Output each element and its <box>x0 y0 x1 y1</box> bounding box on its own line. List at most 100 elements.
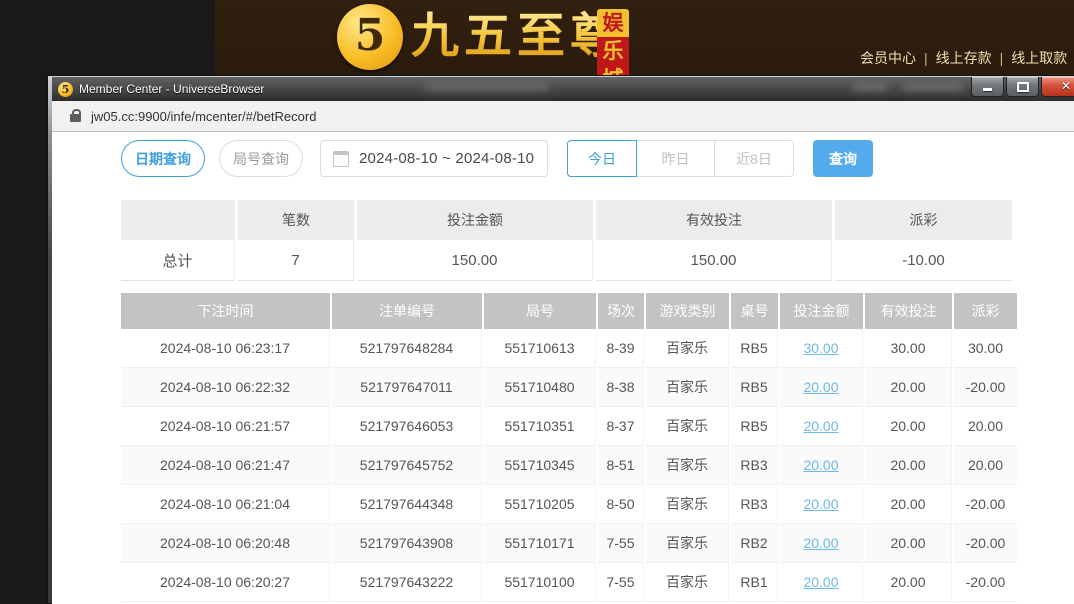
minimize-button[interactable] <box>971 77 1004 97</box>
table-cell: 2024-08-10 06:23:17 <box>121 329 330 368</box>
date-range-value[interactable]: 2024-08-10 ~ 2024-08-10 <box>359 150 534 167</box>
maximize-button[interactable] <box>1006 77 1039 97</box>
table-cell: 551710100 <box>484 563 596 602</box>
table-row: 2024-08-10 06:22:32521797647011551710480… <box>121 368 1017 407</box>
bet-record-table: 下注时间注单编号局号场次游戏类别桌号投注金额有效投注派彩 2024-08-10 … <box>121 293 1017 602</box>
page-content: 日期查询 局号查询 2024-08-10 ~ 2024-08-10 今日 昨日 … <box>52 132 1074 604</box>
column-header: 有效投注 <box>865 293 952 329</box>
date-query-tab[interactable]: 日期查询 <box>121 140 205 177</box>
blurred-account-info <box>902 83 964 91</box>
quick-last8days-button[interactable]: 近8日 <box>714 140 794 177</box>
nav-member-center[interactable]: 会员中心 <box>860 50 916 66</box>
window-icon: 5 <box>58 82 73 97</box>
table-row: 2024-08-10 06:21:47521797645752551710345… <box>121 446 1017 485</box>
table-cell: 20.00 <box>954 446 1017 485</box>
bet-amount-link[interactable]: 20.00 <box>803 418 838 434</box>
column-header: 下注时间 <box>121 293 330 329</box>
bet-header-row: 下注时间注单编号局号场次游戏类别桌号投注金额有效投注派彩 <box>121 293 1017 329</box>
table-cell: 8-37 <box>598 407 644 446</box>
table-cell: 30.00 <box>865 329 952 368</box>
nav-online-deposit[interactable]: 线上存款 <box>936 50 992 66</box>
column-header: 注单编号 <box>332 293 482 329</box>
bet-amount-link[interactable]: 20.00 <box>803 496 838 512</box>
table-cell: 7 <box>238 240 354 281</box>
window-titlebar[interactable]: 5 Member Center - UniverseBrowser ✕ <box>52 76 1074 101</box>
table-cell: 2024-08-10 06:21:04 <box>121 485 330 524</box>
column-header: 投注金额 <box>780 293 863 329</box>
summary-table: 笔数投注金额有效投注派彩 总计7150.00150.00-10.00 <box>121 200 1012 281</box>
table-cell: -20.00 <box>954 485 1017 524</box>
column-header: 桌号 <box>731 293 778 329</box>
table-cell: 20.00 <box>954 407 1017 446</box>
table-cell: 8-38 <box>598 368 644 407</box>
table-cell: 总计 <box>121 240 235 281</box>
badge-char: 娱 <box>597 9 629 37</box>
table-cell: 150.00 <box>596 240 832 281</box>
date-range-picker[interactable]: 2024-08-10 ~ 2024-08-10 <box>320 140 548 177</box>
round-query-tab[interactable]: 局号查询 <box>219 140 303 177</box>
address-bar[interactable]: jw05.cc:9900/infe/mcenter/#/betRecord <box>52 101 1074 132</box>
nav-separator: | <box>924 50 928 66</box>
window-title: Member Center - UniverseBrowser <box>79 82 264 96</box>
column-header: 投注金额 <box>357 200 593 240</box>
site-logo: 5 九五至尊 <box>337 4 623 70</box>
table-cell: -10.00 <box>835 240 1012 281</box>
table-cell: 2024-08-10 06:21:47 <box>121 446 330 485</box>
table-cell: 551710205 <box>484 485 596 524</box>
table-cell: -20.00 <box>954 524 1017 563</box>
table-cell: 7-55 <box>598 524 644 563</box>
table-cell: 521797648284 <box>332 329 482 368</box>
quick-yesterday-button[interactable]: 昨日 <box>636 140 715 177</box>
table-cell: 551710351 <box>484 407 596 446</box>
table-cell: 20.00 <box>780 524 863 563</box>
table-cell: RB3 <box>731 485 778 524</box>
table-row: 2024-08-10 06:23:17521797648284551710613… <box>121 329 1017 368</box>
table-cell: 30.00 <box>954 329 1017 368</box>
column-header: 局号 <box>484 293 596 329</box>
filter-toolbar: 日期查询 局号查询 2024-08-10 ~ 2024-08-10 今日 昨日 … <box>121 140 1074 177</box>
column-header: 笔数 <box>238 200 354 240</box>
blurred-account-info <box>424 82 549 91</box>
bet-amount-link[interactable]: 20.00 <box>803 379 838 395</box>
table-cell: 2024-08-10 06:20:48 <box>121 524 330 563</box>
table-cell: 20.00 <box>780 563 863 602</box>
column-header <box>121 200 235 240</box>
bet-amount-link[interactable]: 20.00 <box>803 457 838 473</box>
table-cell: 百家乐 <box>646 329 729 368</box>
url-text[interactable]: jw05.cc:9900/infe/mcenter/#/betRecord <box>91 109 316 124</box>
table-cell: 521797647011 <box>332 368 482 407</box>
table-cell: 百家乐 <box>646 446 729 485</box>
column-header: 游戏类别 <box>646 293 729 329</box>
close-icon: ✕ <box>1061 79 1071 93</box>
table-cell: 30.00 <box>780 329 863 368</box>
table-cell: 20.00 <box>780 407 863 446</box>
table-cell: 20.00 <box>865 407 952 446</box>
close-button[interactable]: ✕ <box>1041 77 1074 97</box>
table-cell: RB3 <box>731 446 778 485</box>
bet-amount-link[interactable]: 20.00 <box>803 535 838 551</box>
table-cell: 7-55 <box>598 563 644 602</box>
bet-table-body: 2024-08-10 06:23:17521797648284551710613… <box>121 329 1017 602</box>
table-row: 2024-08-10 06:21:04521797644348551710205… <box>121 485 1017 524</box>
table-cell: 百家乐 <box>646 563 729 602</box>
site-logo-icon: 5 <box>337 4 403 70</box>
summary-header-row: 笔数投注金额有效投注派彩 <box>121 200 1012 240</box>
window-icon-glyph: 5 <box>62 83 70 96</box>
table-cell: 8-39 <box>598 329 644 368</box>
column-header: 有效投注 <box>596 200 832 240</box>
table-cell: RB1 <box>731 563 778 602</box>
search-button[interactable]: 查询 <box>813 140 873 177</box>
summary-body: 总计7150.00150.00-10.00 <box>121 240 1012 281</box>
lock-icon <box>70 114 81 122</box>
table-row: 2024-08-10 06:21:57521797646053551710351… <box>121 407 1017 446</box>
bet-amount-link[interactable]: 20.00 <box>803 574 838 590</box>
table-cell: 521797643908 <box>332 524 482 563</box>
maximize-icon <box>1017 82 1029 92</box>
bet-amount-link[interactable]: 30.00 <box>803 340 838 356</box>
quick-today-button[interactable]: 今日 <box>567 140 637 177</box>
minimize-icon <box>983 88 992 91</box>
browser-window: 5 Member Center - UniverseBrowser ✕ jw05… <box>48 76 1074 603</box>
table-cell: RB5 <box>731 368 778 407</box>
table-cell: 20.00 <box>780 446 863 485</box>
nav-online-withdraw[interactable]: 线上取款 <box>1011 50 1067 66</box>
